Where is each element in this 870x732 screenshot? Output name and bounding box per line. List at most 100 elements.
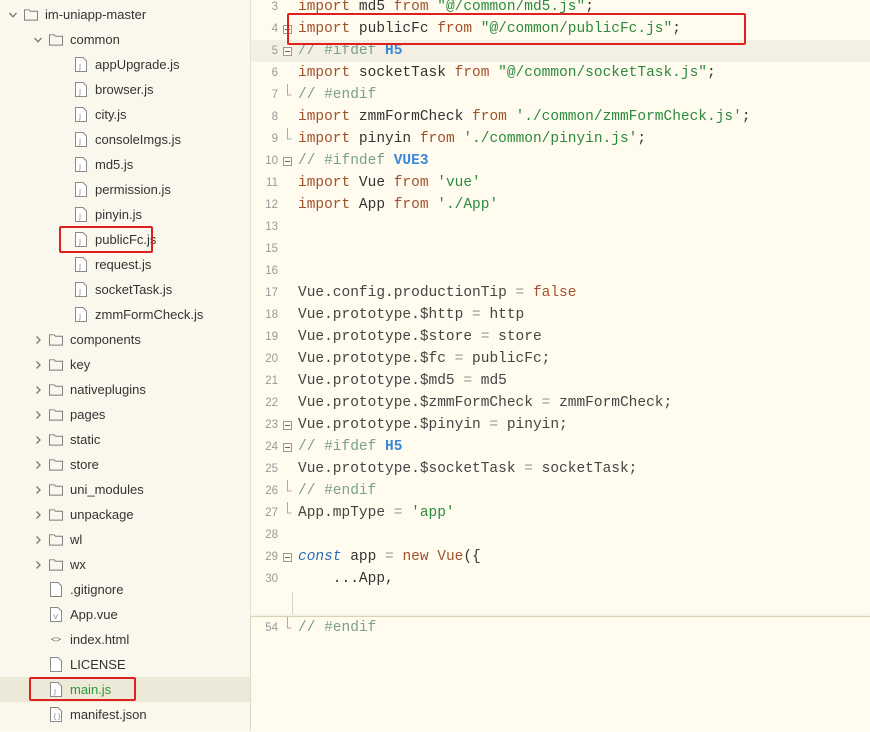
tree-file[interactable]: Jcity.js — [0, 102, 250, 127]
tree-file[interactable]: Jpinyin.js — [0, 202, 250, 227]
tree-folder[interactable]: im-uniapp-master — [0, 2, 250, 27]
code-token: = — [506, 285, 533, 301]
chevron-right-icon[interactable] — [33, 485, 43, 495]
chevron-right-icon[interactable] — [33, 360, 43, 370]
chevron-right-icon[interactable] — [33, 435, 43, 445]
code-line[interactable]: 9 import pinyin from './common/pinyin.js'… — [251, 128, 870, 150]
tree-folder[interactable]: static — [0, 427, 250, 452]
tree-folder[interactable]: wx — [0, 552, 250, 577]
code-token: './common/zmmFormCheck.js' — [515, 109, 742, 125]
tree-file[interactable]: Jbrowser.js — [0, 77, 250, 102]
tree-file[interactable]: JappUpgrade.js — [0, 52, 250, 77]
code-line[interactable]: 30 ...App, — [251, 568, 870, 590]
code-token: = — [385, 549, 394, 565]
chevron-right-icon[interactable] — [33, 385, 43, 395]
code-line[interactable]: 10 // #ifndef VUE3 — [251, 150, 870, 172]
fold-toggle-icon[interactable] — [283, 414, 293, 436]
fold-toggle-icon[interactable] — [283, 436, 293, 458]
tree-folder[interactable]: unpackage — [0, 502, 250, 527]
tree-file[interactable]: JconsoleImgs.js — [0, 127, 250, 152]
code-token: import — [298, 197, 351, 213]
code-token: Vue.prototype.$socketTask — [298, 461, 516, 477]
tree-file[interactable]: LICENSE — [0, 652, 250, 677]
line-number: 9 — [271, 133, 278, 145]
code-line[interactable]: 29 const app = new Vue({ — [251, 546, 870, 568]
tree-folder[interactable]: nativeplugins — [0, 377, 250, 402]
code-line[interactable]: 6 import socketTask from "@/common/socket… — [251, 62, 870, 84]
tree-file[interactable]: JsocketTask.js — [0, 277, 250, 302]
tree-file[interactable]: Jpermission.js — [0, 177, 250, 202]
code-line[interactable]: 19 Vue.prototype.$store = store — [251, 326, 870, 348]
line-number: 8 — [271, 111, 278, 123]
code-token: pinyin — [350, 131, 420, 147]
file-icon: J — [74, 182, 88, 198]
tree-folder[interactable]: pages — [0, 402, 250, 427]
code-line[interactable]: 7 // #endif — [251, 84, 870, 106]
code-line[interactable]: 12 import App from './App' — [251, 194, 870, 216]
code-token: = — [515, 461, 542, 477]
tree-folder[interactable]: wl — [0, 527, 250, 552]
chevron-right-icon[interactable] — [33, 535, 43, 545]
code-line[interactable]: 18 Vue.prototype.$http = http — [251, 304, 870, 326]
code-token: ; — [637, 131, 647, 147]
code-token: publicFc; — [472, 351, 551, 367]
chevron-right-icon[interactable] — [33, 560, 43, 570]
file-icon — [49, 582, 63, 598]
chevron-down-icon[interactable] — [33, 35, 43, 45]
code-line[interactable]: 15 — [251, 238, 870, 260]
code-line[interactable]: 28 — [251, 524, 870, 546]
tree-item-label: appUpgrade.js — [95, 57, 180, 72]
code-line[interactable]: 20 Vue.prototype.$fc = publicFc; — [251, 348, 870, 370]
tree-file[interactable]: V App.vue — [0, 602, 250, 627]
tree-folder[interactable]: uni_modules — [0, 477, 250, 502]
folder-icon — [49, 482, 63, 498]
chevron-right-icon[interactable] — [33, 335, 43, 345]
fold-toggle-icon[interactable] — [283, 150, 293, 172]
code-line[interactable]: 25 Vue.prototype.$socketTask = socketTask… — [251, 458, 870, 480]
file-icon: {} — [49, 707, 63, 723]
code-line[interactable]: 13 — [251, 216, 870, 238]
tree-file[interactable]: JzmmFormCheck.js — [0, 302, 250, 327]
code-text: Vue.prototype.$zmmFormCheck = zmmFormChe… — [298, 392, 672, 414]
code-token: = — [454, 373, 481, 389]
code-line[interactable]: 17 Vue.config.productionTip = false — [251, 282, 870, 304]
code-line[interactable]: 21 Vue.prototype.$md5 = md5 — [251, 370, 870, 392]
code-token: App — [350, 197, 394, 213]
chevron-right-icon[interactable] — [33, 460, 43, 470]
line-number: 21 — [265, 375, 278, 387]
tree-file[interactable]: <> index.html — [0, 627, 250, 652]
code-token: // #endif — [298, 483, 377, 499]
tree-folder[interactable]: store — [0, 452, 250, 477]
tree-item-label: unpackage — [70, 507, 134, 522]
tree-item-label: uni_modules — [70, 482, 144, 497]
code-line[interactable]: 27 App.mpType = 'app' — [251, 502, 870, 524]
code-token: // #ifdef — [298, 439, 386, 455]
code-text: Vue.prototype.$fc = publicFc; — [298, 348, 550, 370]
line-number: 12 — [265, 199, 278, 211]
tree-file[interactable]: .gitignore — [0, 577, 250, 602]
code-line[interactable]: 23 Vue.prototype.$pinyin = pinyin; — [251, 414, 870, 436]
chevron-right-icon[interactable] — [33, 410, 43, 420]
tree-file[interactable]: Jmd5.js — [0, 152, 250, 177]
code-line[interactable]: 26 // #endif — [251, 480, 870, 502]
code-token: false — [532, 285, 577, 301]
file-icon: J — [74, 282, 88, 298]
chevron-down-icon[interactable] — [8, 10, 18, 20]
chevron-right-icon[interactable] — [33, 510, 43, 520]
code-token: socketTask — [350, 65, 455, 81]
code-line[interactable]: 54 // #endif — [251, 617, 870, 639]
code-line[interactable]: 22 Vue.prototype.$zmmFormCheck = zmmFormC… — [251, 392, 870, 414]
tree-folder[interactable]: key — [0, 352, 250, 377]
tree-folder[interactable]: components — [0, 327, 250, 352]
tree-folder[interactable]: common — [0, 27, 250, 52]
tree-file[interactable]: {} manifest.json — [0, 702, 250, 727]
code-token: = — [385, 505, 412, 521]
tree-file[interactable]: Jrequest.js — [0, 252, 250, 277]
code-line[interactable]: 16 — [251, 260, 870, 282]
folder-icon — [49, 407, 63, 423]
code-line[interactable]: 8 import zmmFormCheck from './common/zmmF… — [251, 106, 870, 128]
code-line[interactable]: 24 // #ifdef H5 — [251, 436, 870, 458]
code-text: ...App, — [298, 568, 394, 590]
code-line[interactable]: 11 import Vue from 'vue' — [251, 172, 870, 194]
fold-toggle-icon[interactable] — [283, 546, 293, 568]
